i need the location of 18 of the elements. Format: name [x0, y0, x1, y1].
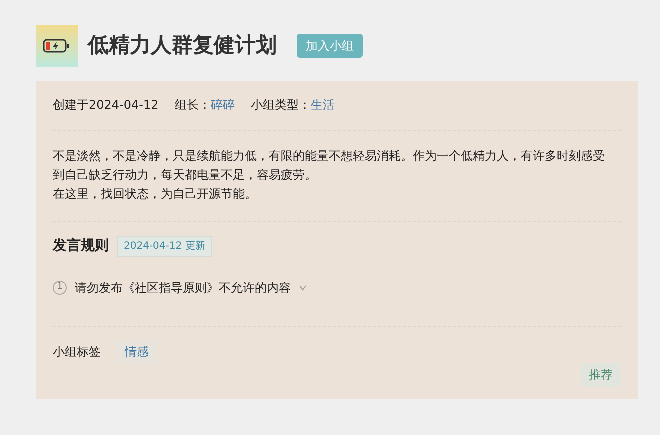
leader-link[interactable]: 碎碎	[210, 96, 235, 114]
rules-heading: 发言规则	[53, 236, 109, 256]
created-date: 创建于2024-04-12	[53, 97, 159, 114]
type-label: 小组类型：	[250, 97, 311, 114]
rule-number: 1	[53, 281, 67, 295]
tags-label: 小组标签	[53, 344, 101, 361]
chevron-down-icon[interactable]	[299, 285, 307, 291]
tag-link[interactable]: 情感	[117, 341, 157, 363]
update-date-tag: 2024-04-12 更新	[117, 236, 212, 257]
group-title: 低精力人群复健计划	[88, 32, 277, 60]
battery-icon	[43, 38, 71, 54]
type-link[interactable]: 生活	[310, 96, 335, 114]
join-group-button[interactable]: 加入小组	[297, 34, 363, 58]
recommend-button[interactable]: 推荐	[581, 363, 621, 387]
description-paragraph: 不是淡然，不是冷静，只是续航能力低，有限的能量不想轻易消耗。作为一个低精力人，有许多时刻感受到自己缺乏行动力，每天都电量不足，容易疲劳。	[53, 148, 606, 184]
description-paragraph: 在这里，找回状态，为自己开源节能。	[53, 186, 258, 203]
leader-label: 组长：	[174, 97, 211, 114]
rule-text[interactable]: 请勿发布《社区指导原则》不允许的内容	[75, 279, 291, 297]
